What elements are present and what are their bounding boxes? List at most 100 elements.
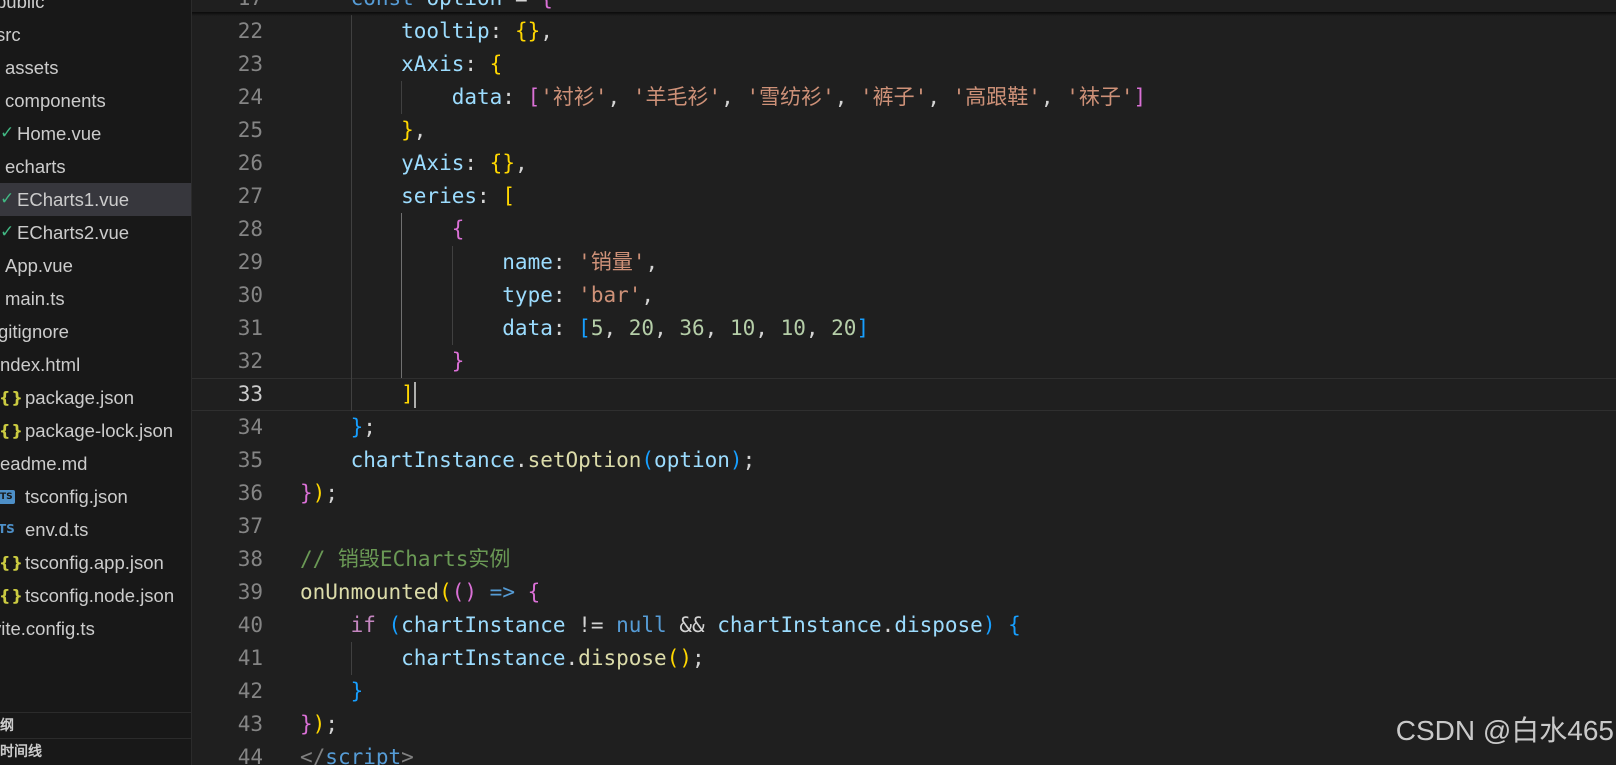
explorer-item[interactable]: ✓ Home.vue: [0, 117, 191, 150]
code-line[interactable]: 33 ]: [192, 378, 1616, 411]
explorer-item[interactable]: {} tsconfig.app.json: [0, 546, 191, 579]
code-lines[interactable]: 17 const option = {22 tooltip: {},23 xAx…: [192, 0, 1616, 765]
explorer-item[interactable]: vite.config.ts: [0, 612, 191, 645]
code-token: chartInstance: [401, 613, 566, 637]
line-content: });: [300, 708, 338, 741]
code-line[interactable]: 32 }: [192, 345, 1616, 378]
code-token: ;: [742, 448, 756, 472]
code-token: type: [300, 283, 553, 307]
explorer-item[interactable]: {} tsconfig.node.json: [0, 579, 191, 612]
code-token: script: [325, 745, 402, 765]
outline-panel-header[interactable]: 纲: [0, 712, 191, 738]
code-token: :: [502, 85, 528, 109]
code-token: ]: [1133, 85, 1147, 109]
explorer-item-label: ECharts2.vue: [17, 222, 130, 243]
code-line[interactable]: 35 chartInstance.setOption(option);: [192, 444, 1616, 477]
explorer-item[interactable]: ✓ ECharts1.vue: [0, 183, 191, 216]
code-line[interactable]: 41 chartInstance.dispose();: [192, 642, 1616, 675]
line-number: 22: [237, 19, 263, 43]
code-line[interactable]: 25 },: [192, 114, 1616, 147]
code-token: =>: [477, 580, 528, 604]
explorer-item[interactable]: App.vue: [0, 249, 191, 282]
code-line[interactable]: 23 xAxis: {: [192, 48, 1616, 81]
explorer-item[interactable]: TS tsconfig.json: [0, 480, 191, 513]
code-line[interactable]: 26 yAxis: {},: [192, 147, 1616, 180]
code-token: :: [464, 52, 490, 76]
line-number: 30: [237, 283, 263, 307]
code-token: 'bar': [578, 283, 642, 307]
explorer-item-label: echarts: [5, 156, 66, 177]
line-number: 32: [237, 349, 263, 373]
code-token: .: [514, 448, 528, 472]
line-number: 43: [237, 712, 263, 736]
code-line[interactable]: 29 name: '销量',: [192, 246, 1616, 279]
code-line[interactable]: 27 series: [: [192, 180, 1616, 213]
line-number: 24: [237, 85, 263, 109]
code-token: 36: [679, 316, 705, 340]
code-token: ]: [300, 382, 414, 406]
explorer-item[interactable]: main.ts: [0, 282, 191, 315]
explorer-item[interactable]: echarts: [0, 150, 191, 183]
timeline-panel-header[interactable]: 时间线: [0, 738, 191, 764]
code-token: !=: [565, 613, 617, 637]
code-line[interactable]: 22 tooltip: {},: [192, 15, 1616, 48]
code-line[interactable]: 30 type: 'bar',: [192, 279, 1616, 312]
code-token: // 销毁ECharts实例: [300, 547, 511, 571]
explorer-item[interactable]: src: [0, 18, 191, 51]
code-token: 20: [831, 316, 857, 340]
explorer-item[interactable]: components: [0, 84, 191, 117]
code-token: {: [489, 52, 503, 76]
code-line[interactable]: 24 data: ['衬衫', '羊毛衫', '雪纺衫', '裤子', '高跟鞋…: [192, 81, 1616, 114]
explorer-item[interactable]: TS env.d.ts: [0, 513, 191, 546]
line-content: yAxis: {},: [300, 147, 527, 180]
explorer-item[interactable]: ✓ ECharts2.vue: [0, 216, 191, 249]
line-content: series: [: [300, 180, 515, 213]
code-line[interactable]: 34 };: [192, 411, 1616, 444]
code-token: &&: [666, 613, 718, 637]
file-tree: public src assets components✓Home.vue echart…: [0, 0, 191, 645]
code-token: (): [451, 580, 478, 604]
code-line[interactable]: 28 {: [192, 213, 1616, 246]
json-file-icon: {}: [0, 421, 24, 440]
explorer-item[interactable]: ndex.html: [0, 348, 191, 381]
code-line[interactable]: 37: [192, 510, 1616, 543]
code-token: '雪纺衫': [746, 85, 835, 109]
explorer-item[interactable]: {} package.json: [0, 381, 191, 414]
code-token: chartInstance: [300, 646, 566, 670]
code-line[interactable]: 42 }: [192, 675, 1616, 708]
code-token: (): [666, 646, 692, 670]
explorer-item-label: package.json: [25, 387, 135, 408]
code-token: :: [477, 184, 503, 208]
code-token: ;: [691, 646, 705, 670]
vue-file-icon: ✓: [0, 189, 15, 209]
code-editor[interactable]: 17 const option = {22 tooltip: {},23 xAx…: [192, 0, 1616, 765]
explorer-item[interactable]: assets: [0, 51, 191, 84]
code-line[interactable]: 38 // 销毁ECharts实例: [192, 543, 1616, 576]
explorer-item[interactable]: gitignore: [0, 315, 191, 348]
explorer-item-label: eadme.md: [0, 453, 88, 474]
code-line[interactable]: 39 onUnmounted(() => {: [192, 576, 1616, 609]
explorer-item-label: public: [0, 0, 45, 12]
code-token: yAxis: [300, 151, 465, 175]
explorer-item-label: assets: [5, 57, 59, 78]
explorer-item[interactable]: {} package-lock.json: [0, 414, 191, 447]
code-token: ,: [704, 316, 730, 340]
code-token: if: [300, 613, 389, 637]
code-token: ,: [603, 316, 629, 340]
explorer-item-label: package-lock.json: [25, 420, 174, 441]
code-line[interactable]: 31 data: [5, 20, 36, 10, 10, 20]: [192, 312, 1616, 345]
code-token: '裤子': [860, 85, 928, 109]
explorer-item[interactable]: eadme.md: [0, 447, 191, 480]
code-token: ,: [540, 19, 553, 43]
code-token: :: [489, 19, 515, 43]
explorer-item[interactable]: public: [0, 0, 191, 18]
code-line[interactable]: 36});: [192, 477, 1616, 510]
code-token: :: [552, 316, 579, 340]
line-number: 28: [237, 217, 263, 241]
line-number: 38: [237, 547, 263, 571]
explorer-item-label: gitignore: [0, 321, 69, 342]
code-token: const: [300, 0, 426, 10]
code-token: ,: [1040, 85, 1067, 109]
code-line[interactable]: 40 if (chartInstance != null && chartIns…: [192, 609, 1616, 642]
code-token: :: [552, 283, 579, 307]
